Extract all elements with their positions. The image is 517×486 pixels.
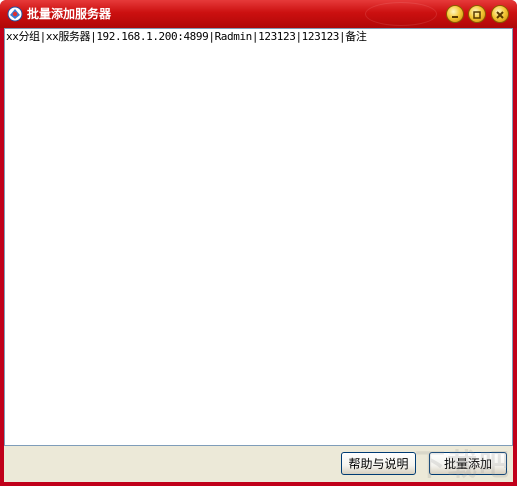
app-logo-icon: [7, 6, 23, 22]
minimize-button[interactable]: [446, 5, 464, 23]
title-bar[interactable]: 批量添加服务器: [0, 0, 517, 28]
server-list-text[interactable]: xx分组|xx服务器|192.168.1.200:4899|Radmin|123…: [6, 30, 367, 44]
window-title: 批量添加服务器: [27, 7, 112, 21]
minimize-icon: [450, 5, 460, 24]
maximize-button[interactable]: [468, 5, 486, 23]
batch-add-servers-window: 批量添加服务器 xx分组|xx服务器|192.168.1.200:4899|Ra…: [0, 0, 517, 486]
close-icon: [495, 5, 505, 24]
maximize-icon: [472, 5, 482, 24]
button-bar: 帮助与说明 批量添加: [4, 446, 513, 482]
server-list-textarea[interactable]: xx分组|xx服务器|192.168.1.200:4899|Radmin|123…: [4, 28, 513, 446]
close-button[interactable]: [491, 5, 509, 23]
help-button[interactable]: 帮助与说明: [341, 452, 416, 475]
batch-add-button[interactable]: 批量添加: [429, 452, 507, 475]
client-area: xx分组|xx服务器|192.168.1.200:4899|Radmin|123…: [4, 28, 513, 482]
